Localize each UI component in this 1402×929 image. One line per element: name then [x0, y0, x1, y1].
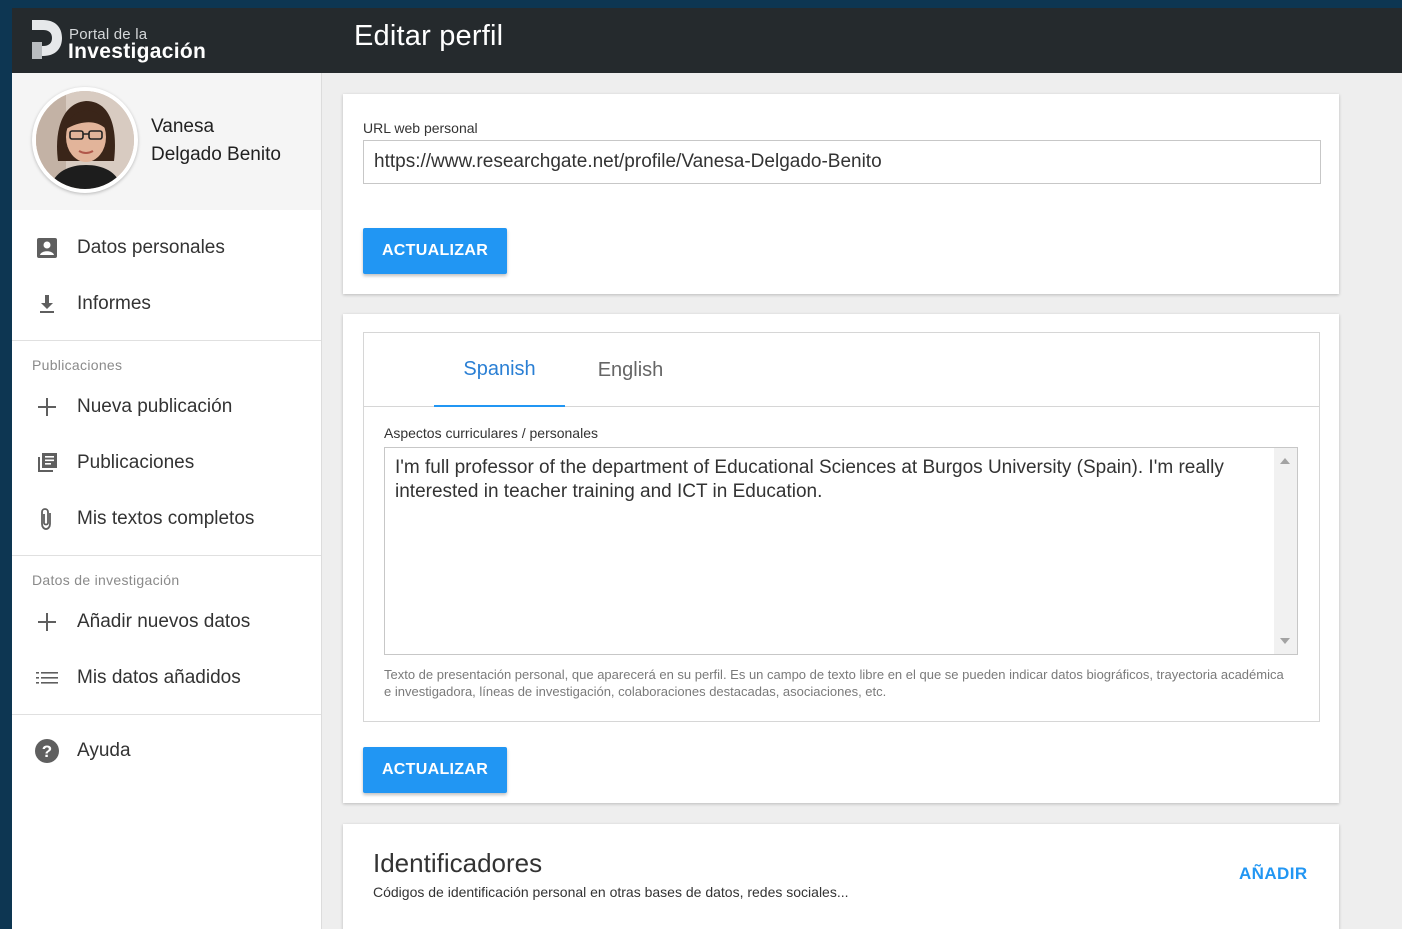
- nav-nueva-publicacion-label: Nueva publicación: [77, 396, 233, 417]
- profile-name: Vanesa Delgado Benito: [151, 113, 311, 169]
- scroll-up-arrow-icon[interactable]: [1280, 458, 1290, 464]
- library-icon: [32, 448, 62, 478]
- download-icon: [32, 289, 62, 319]
- update-bio-button[interactable]: ACTUALIZAR: [363, 747, 507, 793]
- nav-ayuda-label: Ayuda: [77, 740, 131, 761]
- profile-last-name: Delgado Benito: [151, 144, 281, 165]
- paperclip-icon: [32, 504, 62, 534]
- url-input[interactable]: [363, 140, 1321, 184]
- nav-header-publicaciones: Publicaciones: [32, 357, 123, 373]
- svg-text:?: ?: [42, 742, 52, 761]
- url-card: URL web personal ACTUALIZAR: [343, 94, 1339, 294]
- nav-anadir-nuevos-datos[interactable]: Añadir nuevos datos: [12, 594, 321, 650]
- update-url-button[interactable]: ACTUALIZAR: [363, 228, 507, 274]
- portal-logo[interactable]: Portal de la Investigación: [28, 16, 228, 63]
- logo-big-text: Investigación: [68, 40, 207, 63]
- person-card-icon: [32, 233, 62, 263]
- nav-group-main: Datos personales Informes: [12, 210, 321, 341]
- nav-group-publicaciones: Publicaciones Nueva publicación Publicac…: [12, 341, 321, 556]
- nav-group-datos: Datos de investigación Añadir nuevos dat…: [12, 556, 321, 715]
- identifiers-subtitle: Códigos de identificación personal en ot…: [373, 884, 849, 900]
- nav-group-help: ? Ayuda: [12, 715, 321, 787]
- identifiers-title: Identificadores: [373, 848, 543, 878]
- scroll-down-arrow-icon[interactable]: [1280, 638, 1290, 644]
- nav-mis-textos-completos-label: Mis textos completos: [77, 508, 255, 529]
- bio-helper-text: Texto de presentación personal, que apar…: [384, 667, 1284, 699]
- add-identifier-link[interactable]: AÑADIR: [1239, 864, 1308, 884]
- bio-field-label: Aspectos curriculares / personales: [384, 425, 598, 441]
- nav-informes[interactable]: Informes: [12, 276, 321, 332]
- tab-english[interactable]: English: [565, 333, 696, 407]
- list-icon: [32, 663, 62, 693]
- nav-informes-label: Informes: [77, 293, 151, 314]
- top-bar: Portal de la Investigación Editar perfil: [12, 8, 1402, 73]
- identifiers-card: Identificadores Códigos de identificació…: [343, 824, 1339, 929]
- profile-summary: Vanesa Delgado Benito: [12, 73, 321, 210]
- help-circle-icon: ?: [32, 736, 62, 766]
- plus-icon: [32, 607, 62, 637]
- language-tabs: Spanish English: [364, 333, 1319, 407]
- plus-icon: [32, 392, 62, 422]
- nav-mis-textos-completos[interactable]: Mis textos completos: [12, 491, 321, 547]
- nav-anadir-nuevos-datos-label: Añadir nuevos datos: [77, 611, 251, 632]
- nav-datos-personales-label: Datos personales: [77, 237, 225, 258]
- portal-logo-icon: [32, 20, 62, 59]
- nav-mis-datos-anadidos-label: Mis datos añadidos: [77, 667, 241, 688]
- app-window: Portal de la Investigación Editar perfil: [12, 8, 1402, 929]
- url-field-label: URL web personal: [363, 120, 478, 136]
- nav-mis-datos-anadidos[interactable]: Mis datos añadidos: [12, 650, 321, 706]
- page-title: Editar perfil: [354, 20, 504, 52]
- tab-spanish[interactable]: Spanish: [434, 333, 565, 407]
- bio-textarea[interactable]: I'm full professor of the department of …: [384, 447, 1298, 655]
- nav-ayuda[interactable]: ? Ayuda: [12, 723, 321, 779]
- language-panel: Spanish English Aspectos curriculares / …: [363, 332, 1320, 722]
- bio-card: Spanish English Aspectos curriculares / …: [343, 314, 1339, 803]
- profile-first-name: Vanesa: [151, 116, 215, 137]
- nav-header-datos: Datos de investigación: [32, 572, 180, 588]
- avatar[interactable]: [32, 87, 138, 193]
- sidebar: Vanesa Delgado Benito Datos personales I…: [12, 73, 322, 929]
- nav-publicaciones[interactable]: Publicaciones: [12, 435, 321, 491]
- nav-datos-personales[interactable]: Datos personales: [12, 220, 321, 276]
- bio-scrollbar[interactable]: [1274, 448, 1297, 654]
- avatar-portrait: [36, 91, 134, 189]
- nav-nueva-publicacion[interactable]: Nueva publicación: [12, 379, 321, 435]
- nav-publicaciones-label: Publicaciones: [77, 452, 195, 473]
